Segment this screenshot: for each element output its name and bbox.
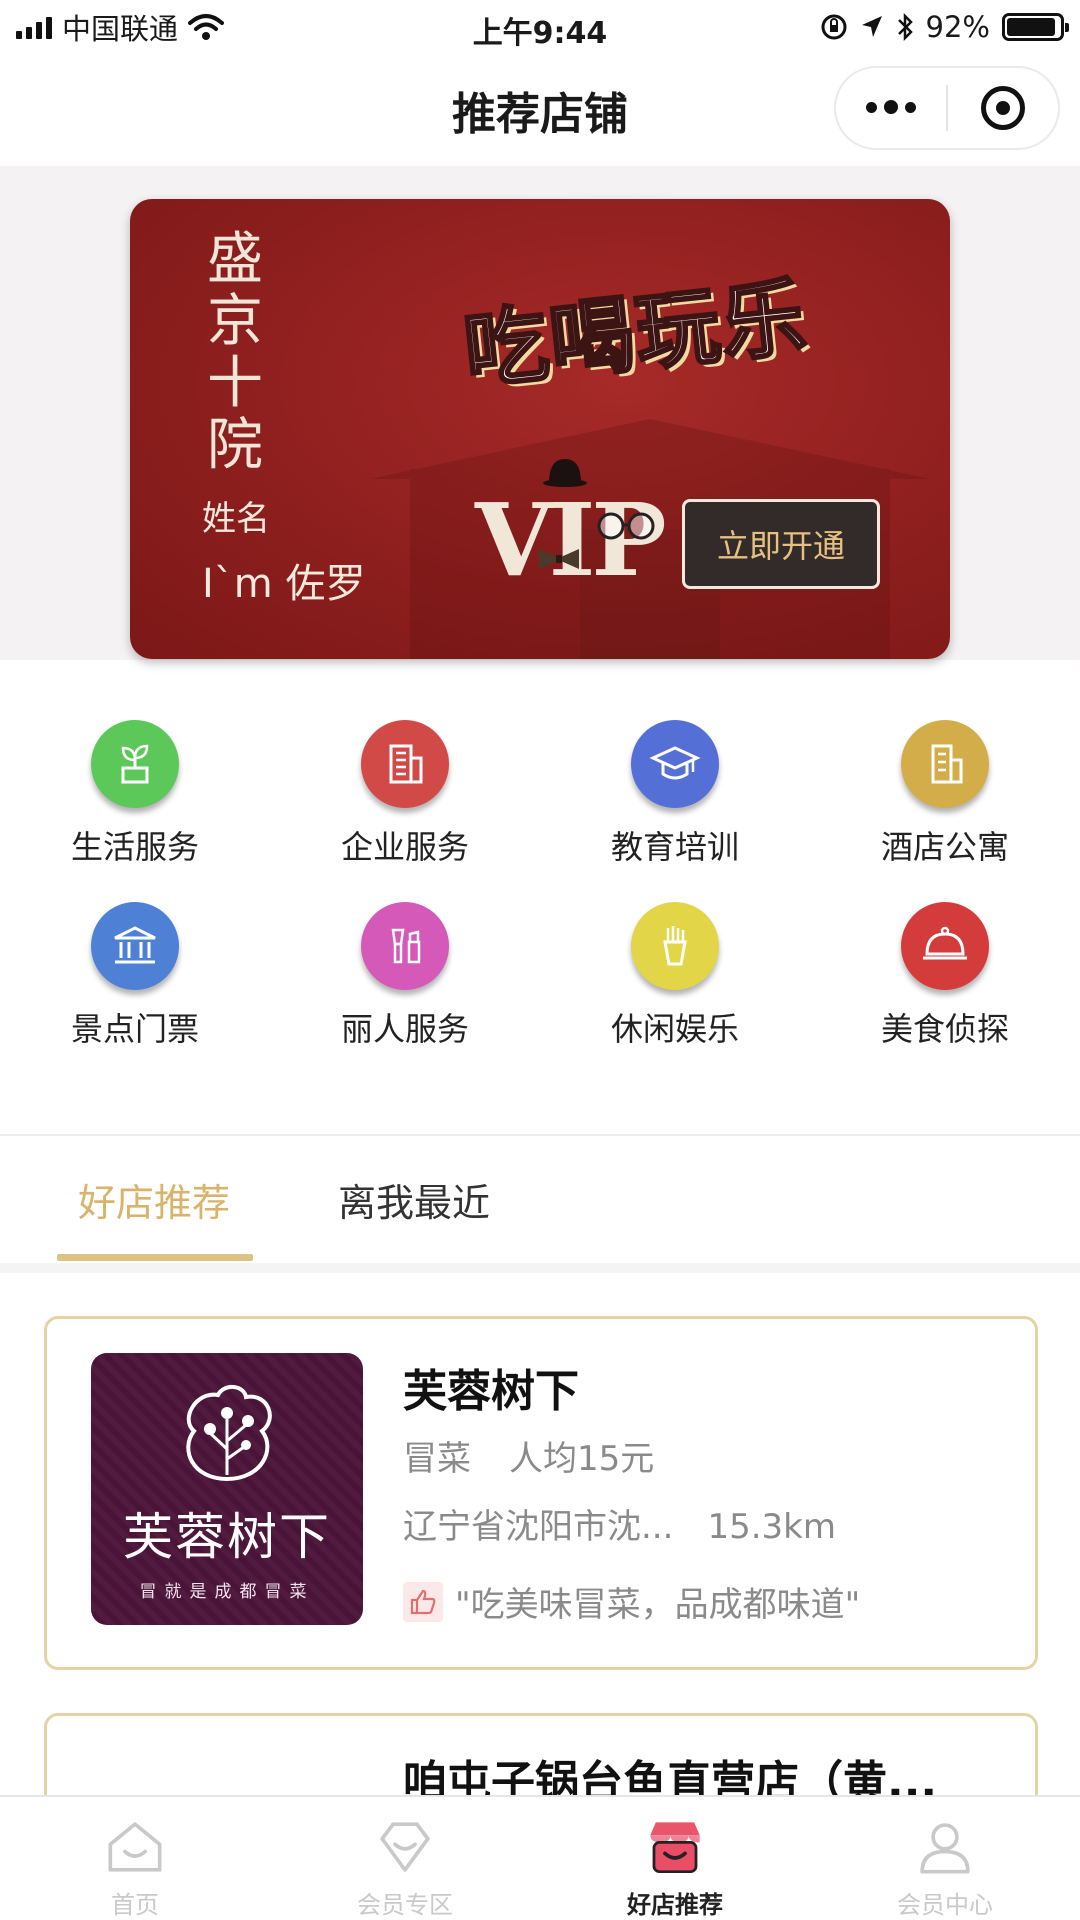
store-meta: 冒菜 人均15元 <box>403 1431 654 1480</box>
hotel-building-icon <box>901 720 989 808</box>
museum-icon <box>91 902 179 990</box>
category-label: 企业服务 <box>340 828 469 866</box>
bottom-tab-bar: 首页 会员专区 好店推荐 会员中心 <box>0 1795 1080 1920</box>
diamond-icon <box>380 1822 430 1872</box>
tabbar-home[interactable]: 首页 <box>0 1797 270 1920</box>
store-quote-row: "吃美味冒菜，品成都味道" <box>403 1577 860 1626</box>
category-life-services[interactable]: 生活服务 <box>0 720 270 868</box>
graduation-cap-icon <box>631 720 719 808</box>
brand-logo-text: 盛京十院 <box>207 227 263 478</box>
signal-icon <box>16 15 52 39</box>
store-address: 辽宁省沈阳市沈... <box>403 1507 674 1547</box>
status-left: 中国联通 <box>16 6 225 48</box>
fries-icon <box>631 902 719 990</box>
slogan-text: 吃喝玩乐 <box>458 266 813 402</box>
shop-icon <box>650 1822 700 1874</box>
food-cloche-icon <box>901 902 989 990</box>
tabbar-label: 好店推荐 <box>627 1891 723 1919</box>
category-label: 丽人服务 <box>340 1010 469 1048</box>
store-name: 芙蓉树下 <box>403 1366 579 1417</box>
battery-icon <box>1002 13 1069 41</box>
store-quote: "吃美味冒菜，品成都味道" <box>455 1585 861 1625</box>
more-button[interactable] <box>836 68 946 148</box>
category-label: 教育培训 <box>610 828 739 866</box>
target-circle-icon <box>981 86 1025 130</box>
category-label: 景点门票 <box>70 1010 199 1048</box>
vip-badge: VIP <box>475 459 667 599</box>
page-title: 推荐店铺 <box>452 89 628 140</box>
tabbar-member-center[interactable]: 会员中心 <box>810 1797 1080 1920</box>
category-label: 生活服务 <box>70 828 199 866</box>
tab-nearest[interactable]: 离我最近 <box>338 1172 490 1227</box>
tabbar-member-zone[interactable]: 会员专区 <box>270 1797 540 1920</box>
store-tabs: 好店推荐 离我最近 <box>0 1136 1080 1264</box>
divider <box>0 1263 1080 1273</box>
building-icon <box>361 720 449 808</box>
store-logo: 芙蓉树下 冒就是成都冒菜 <box>91 1353 363 1625</box>
tab-recommended[interactable]: 好店推荐 <box>78 1172 230 1227</box>
store-distance: 15.3km <box>707 1507 836 1547</box>
category-grid: 生活服务 企业服务 教育培训 酒店公寓 景点门票 丽人服务 休闲娱乐 美食侦探 <box>0 720 1080 1050</box>
bluetooth-icon <box>897 12 913 42</box>
store-logo-name: 芙蓉树下 <box>123 1508 331 1566</box>
status-bar: 中国联通 上午9:44 92% <box>0 0 1080 54</box>
orientation-lock-icon <box>821 14 847 40</box>
battery-fill <box>1007 18 1055 36</box>
store-location: 辽宁省沈阳市沈... 15.3km <box>403 1499 836 1548</box>
tabbar-recommended-shops[interactable]: 好店推荐 <box>540 1797 810 1920</box>
battery-percent: 92% <box>925 10 990 44</box>
category-hotel[interactable]: 酒店公寓 <box>810 720 1080 868</box>
tree-emblem-icon <box>186 1385 272 1482</box>
location-icon <box>861 16 882 37</box>
activate-vip-button[interactable]: 立即开通 <box>682 499 880 589</box>
close-mini-program-button[interactable] <box>948 68 1058 148</box>
category-enterprise-services[interactable]: 企业服务 <box>270 720 540 868</box>
more-dots-icon <box>866 100 916 115</box>
tabbar-label: 首页 <box>111 1891 159 1919</box>
slogan-graphic: 吃喝玩乐 <box>420 247 850 402</box>
category-education[interactable]: 教育培训 <box>540 720 810 868</box>
tabbar-label: 会员中心 <box>897 1891 993 1919</box>
banner-section: 盛京十院 姓名 I`m 佐罗 吃喝玩乐 VIP 立即开通 <box>0 166 1080 660</box>
tabbar-label: 会员专区 <box>357 1891 453 1919</box>
member-name-value: I`m 佐罗 <box>202 561 366 607</box>
makeup-icon <box>361 902 449 990</box>
active-tab-indicator <box>57 1254 253 1261</box>
mini-program-capsule <box>834 66 1060 150</box>
store-card[interactable]: 芙蓉树下 冒就是成都冒菜 芙蓉树下 冒菜 人均15元 辽宁省沈阳市沈... 15.3… <box>44 1316 1038 1670</box>
category-label: 休闲娱乐 <box>610 1010 739 1048</box>
store-avg-price: 人均15元 <box>509 1439 655 1479</box>
thumbs-up-icon <box>403 1581 443 1622</box>
category-leisure[interactable]: 休闲娱乐 <box>540 902 810 1050</box>
category-tickets[interactable]: 景点门票 <box>0 902 270 1050</box>
wifi-icon <box>188 14 225 40</box>
member-name-label: 姓名 <box>202 499 270 539</box>
store-category: 冒菜 <box>403 1439 471 1479</box>
category-label: 美食侦探 <box>880 1010 1009 1048</box>
carrier-name: 中国联通 <box>62 12 179 46</box>
category-food[interactable]: 美食侦探 <box>810 902 1080 1050</box>
user-icon <box>920 1823 970 1874</box>
vip-banner[interactable]: 盛京十院 姓名 I`m 佐罗 吃喝玩乐 VIP 立即开通 <box>130 199 950 659</box>
store-logo-slogan: 冒就是成都冒菜 <box>139 1582 315 1602</box>
category-beauty[interactable]: 丽人服务 <box>270 902 540 1050</box>
bowtie-icon <box>539 549 579 569</box>
glasses-icon <box>597 512 655 540</box>
category-label: 酒店公寓 <box>880 828 1009 866</box>
nav-bar: 推荐店铺 <box>0 54 1080 166</box>
plant-icon <box>91 720 179 808</box>
status-right: 92% <box>820 10 1069 44</box>
home-icon <box>108 1822 162 1872</box>
